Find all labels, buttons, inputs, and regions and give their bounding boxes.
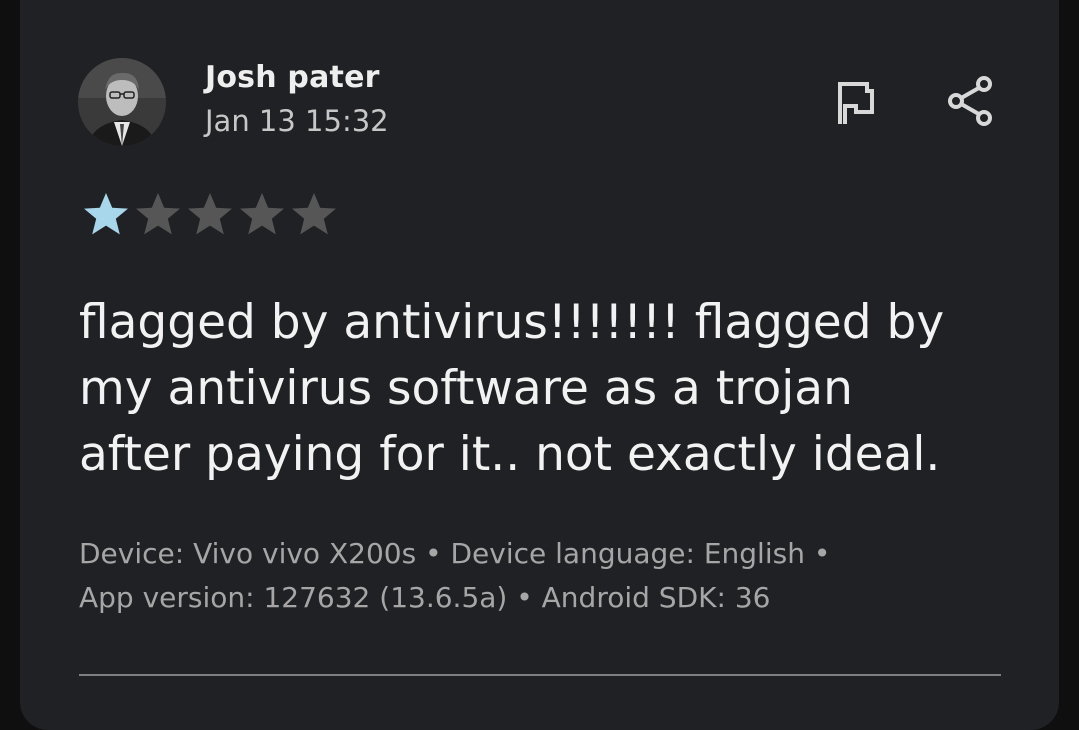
divider: [79, 674, 1001, 676]
star-empty-icon: [188, 193, 232, 235]
author-name: Josh pater: [205, 60, 380, 95]
share-icon[interactable]: [944, 74, 996, 128]
review-text: flagged by antivirus!!!!!!! flagged by m…: [79, 290, 1029, 488]
star-empty-icon: [240, 193, 284, 235]
review-text-line: flagged by antivirus!!!!!!! flagged by: [79, 295, 945, 350]
star-filled-icon: [84, 193, 128, 235]
app-info-line: App version: 127632 (13.6.5a) • Android …: [79, 581, 771, 614]
flag-icon[interactable]: [834, 80, 878, 126]
device-info: Device: Vivo vivo X200s • Device languag…: [79, 532, 1019, 620]
star-empty-icon: [292, 193, 336, 235]
device-info-line: Device: Vivo vivo X200s • Device languag…: [79, 537, 831, 570]
review-text-line: after paying for it.. not exactly ideal.: [79, 427, 941, 482]
avatar: [78, 58, 166, 146]
star-rating: [82, 190, 338, 238]
star-empty-icon: [136, 193, 180, 235]
review-text-line: my antivirus software as a trojan: [79, 361, 853, 416]
review-date: Jan 13 15:32: [205, 104, 389, 138]
